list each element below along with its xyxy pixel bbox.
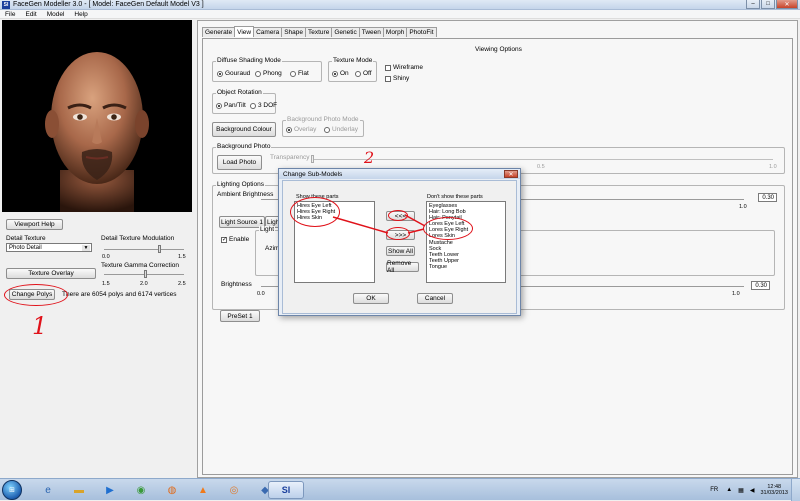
- show-desktop-button[interactable]: [791, 479, 800, 501]
- internet-explorer-icon[interactable]: e: [34, 481, 62, 499]
- taskbar: ⊞ e ▬ ▶ ◉ ◍ ▲ ◎ ◆ ✎ SI FR ▲ ▦ ◀ 12:48 31…: [0, 478, 800, 501]
- folder-icon[interactable]: ▬: [65, 481, 93, 499]
- annotation-number-2: 2: [364, 148, 375, 167]
- facegen-taskbar-button[interactable]: SI: [268, 481, 304, 499]
- clock-date: 31/03/2013: [760, 490, 788, 496]
- start-button[interactable]: ⊞: [2, 480, 22, 500]
- network-icon[interactable]: ▦: [738, 487, 744, 494]
- media-player-icon[interactable]: ▶: [96, 481, 124, 499]
- chrome-icon[interactable]: ◉: [127, 481, 155, 499]
- clock[interactable]: 12:48 31/03/2013: [760, 484, 788, 496]
- language-indicator[interactable]: FR: [710, 487, 718, 493]
- tray-arrow-icon[interactable]: ▲: [726, 487, 732, 493]
- firefox-icon[interactable]: ◍: [158, 481, 186, 499]
- system-tray: FR ▲ ▦ ◀ 12:48 31/03/2013: [710, 481, 788, 499]
- volume-icon[interactable]: ◀: [750, 487, 755, 494]
- blender-icon[interactable]: ◎: [220, 481, 248, 499]
- annotation-arrows: [332, 214, 426, 234]
- vlc-icon[interactable]: ▲: [189, 481, 217, 499]
